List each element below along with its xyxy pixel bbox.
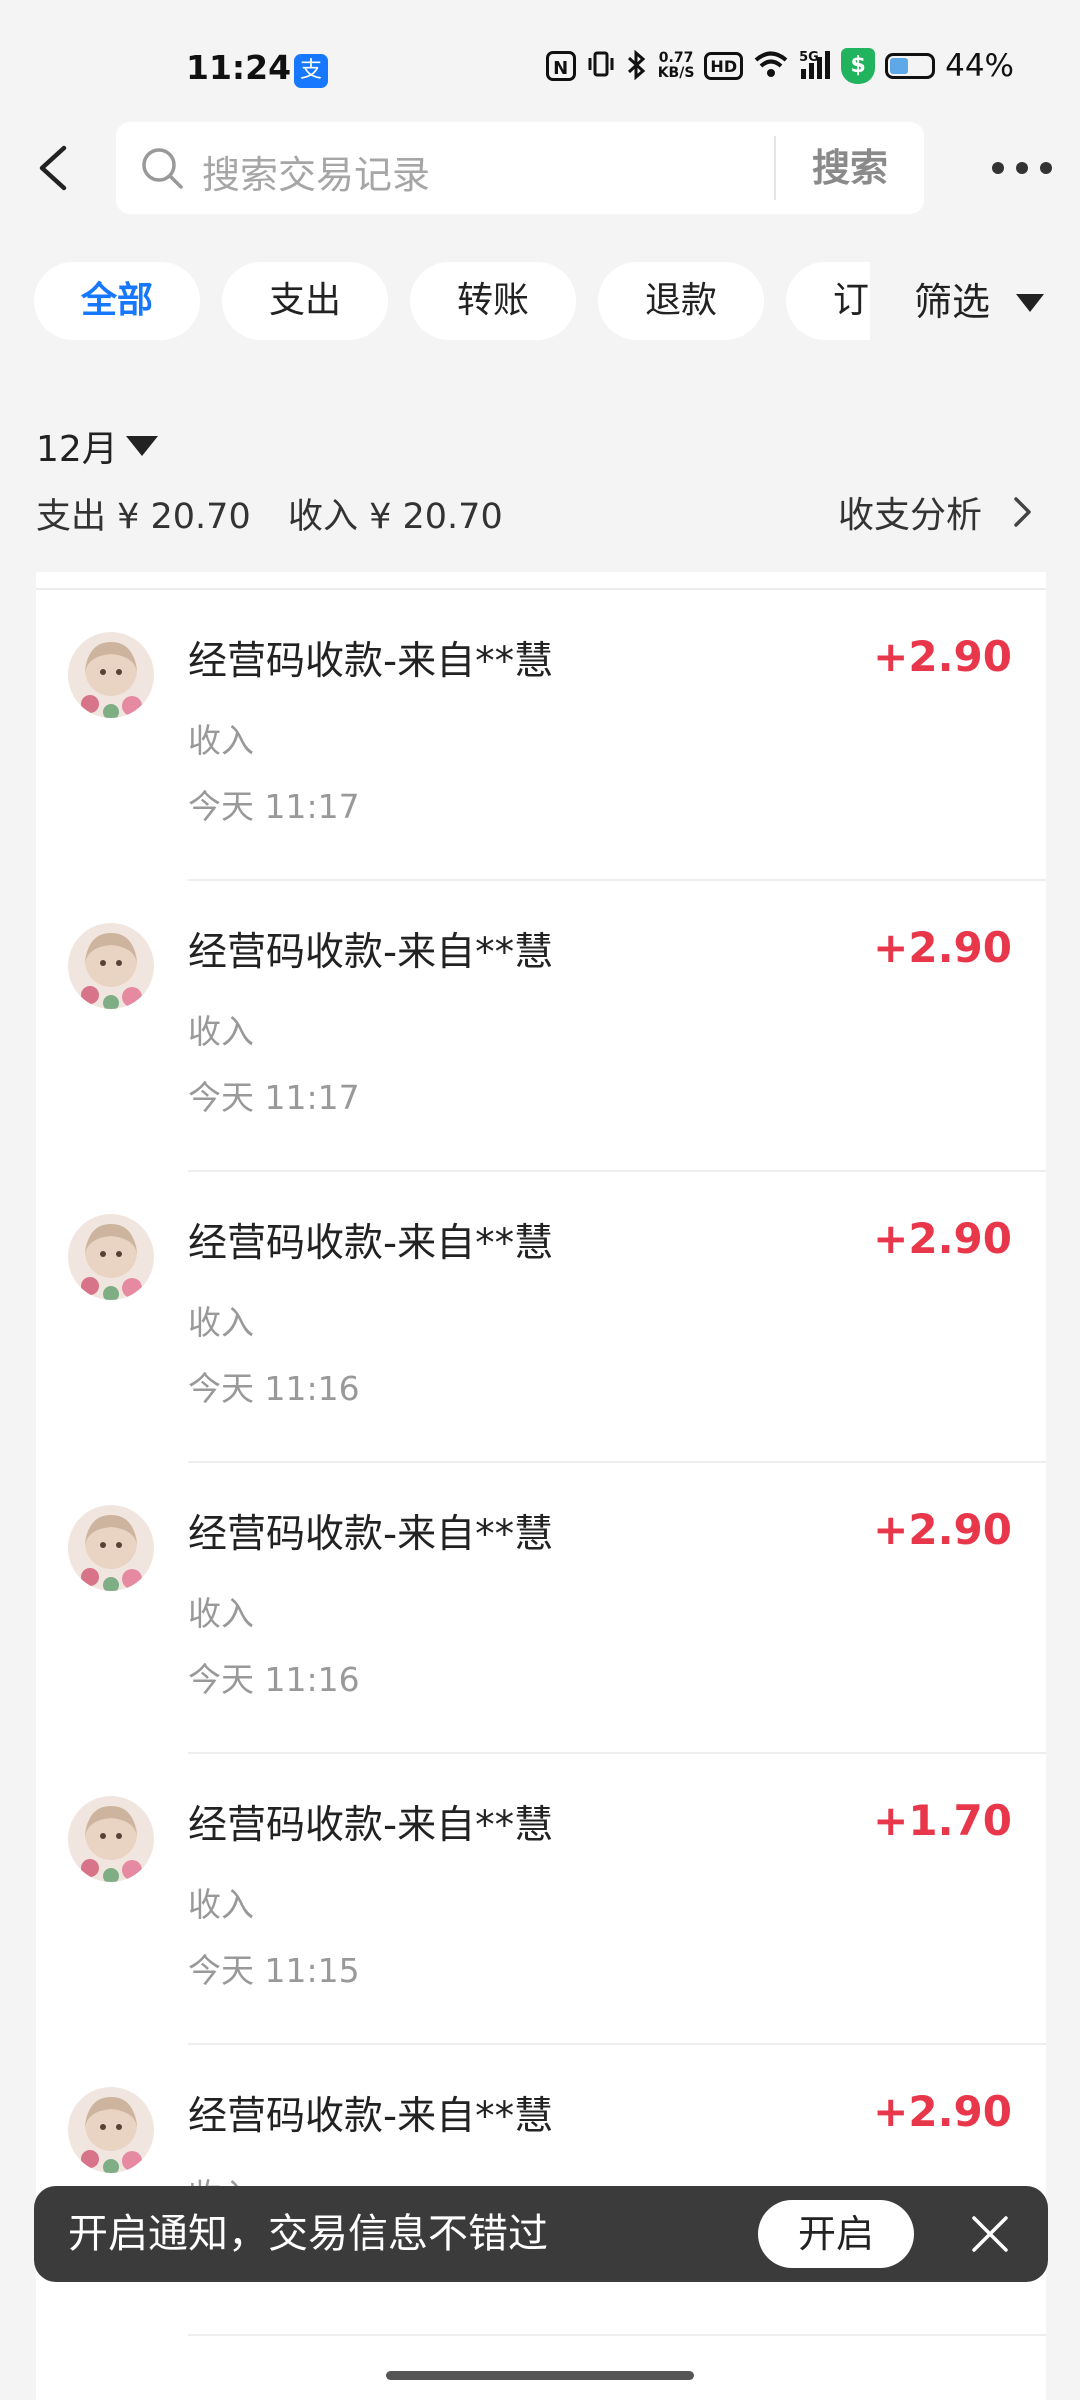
more-options-icon[interactable] [992, 150, 1052, 186]
expense-total: 支出 ¥ 20.70 [36, 497, 251, 537]
transaction-amount: +2.90 [873, 632, 1012, 681]
transaction-time: 今天 11:15 [188, 1951, 360, 1990]
avatar [68, 1505, 154, 1591]
transaction-amount: +2.90 [873, 1505, 1012, 1554]
filter-button[interactable]: 筛选 [914, 262, 990, 342]
avatar [68, 2087, 154, 2173]
back-button[interactable] [28, 140, 84, 196]
nfc-icon: N [545, 51, 576, 81]
battery-icon [885, 53, 936, 79]
income-total: 收入 ¥ 20.70 [288, 497, 503, 537]
analysis-link[interactable]: 收支分析 [838, 486, 982, 538]
vibrate-icon [586, 49, 616, 83]
transaction-amount: +2.90 [873, 2087, 1012, 2136]
transaction-time: 今天 11:17 [188, 1078, 360, 1117]
chevron-right-icon[interactable] [1004, 494, 1040, 530]
network-speed-value: 0.77 [658, 50, 694, 66]
battery-percent: 44% [945, 48, 1014, 84]
status-icons: N 0.77 KB/S HD 5G $ 44% [545, 48, 1014, 84]
status-time: 11:24 [186, 48, 292, 87]
notification-banner-text: 开启通知，交易信息不错过 [68, 2211, 548, 2257]
row-divider [188, 2334, 1046, 2336]
transaction-time: 今天 11:16 [188, 1660, 360, 1699]
transaction-title: 经营码收款-来自**慧 [188, 930, 554, 975]
transaction-title: 经营码收款-来自**慧 [188, 1803, 554, 1848]
notification-banner: 开启通知，交易信息不错过 开启 [34, 2186, 1048, 2282]
transaction-row[interactable]: 经营码收款-来自**慧收入今天 11:17 +2.90 [36, 590, 1046, 881]
transaction-type: 收入 [188, 1885, 254, 1924]
search-input[interactable]: 搜索交易记录 [202, 144, 430, 199]
hd-icon: HD [704, 52, 744, 80]
chevron-left-icon [39, 145, 67, 191]
signal-icon: 5G [799, 49, 831, 83]
transaction-title: 经营码收款-来自**慧 [188, 1512, 554, 1557]
month-selector[interactable]: 12月 [36, 420, 118, 472]
network-speed: 0.77 KB/S [658, 51, 695, 81]
caret-down-icon[interactable] [126, 436, 158, 456]
transaction-time: 今天 11:17 [188, 787, 360, 826]
chip-all[interactable]: 全部 [34, 262, 200, 340]
network-speed-unit: KB/S [657, 65, 695, 81]
search-bar[interactable]: 搜索交易记录 搜索 [116, 122, 924, 214]
transaction-row[interactable]: 经营码收款-来自**慧收入今天 11:16 +2.90 [36, 1172, 1046, 1463]
transaction-row[interactable]: 经营码收款-来自**慧收入今天 11:17 +2.90 [36, 881, 1046, 1172]
transaction-row[interactable]: 经营码收款-来自**慧收入今天 11:16 +2.90 [36, 1463, 1046, 1754]
transaction-title: 经营码收款-来自**慧 [188, 639, 554, 684]
status-bar: 11:24 支 N 0.77 KB/S HD 5G $ 44% [0, 0, 1080, 140]
filter-chips: 全部 支出 转账 退款 订单 筛选 [0, 262, 1080, 342]
transaction-title: 经营码收款-来自**慧 [188, 2094, 554, 2139]
avatar [68, 1214, 154, 1300]
transaction-type: 收入 [188, 1012, 254, 1051]
enable-notifications-button[interactable]: 开启 [758, 2200, 914, 2268]
wifi-icon [753, 49, 789, 83]
transaction-amount: +2.90 [873, 923, 1012, 972]
avatar [68, 632, 154, 718]
transaction-type: 收入 [188, 1594, 254, 1633]
transaction-list: 经营码收款-来自**慧 收入 今天 11:17 +2.90 经营码收款-来自**慧 收入今… [36, 572, 1046, 2400]
transaction-row[interactable]: 经营码收款-来自**慧收入今天 11:15 +1.70 [36, 1754, 1046, 2045]
close-icon[interactable] [964, 2208, 1016, 2260]
avatar [68, 1796, 154, 1882]
transaction-time: 今天 11:16 [188, 1369, 360, 1408]
avatar [68, 923, 154, 1009]
alipay-app-icon: 支 [294, 54, 328, 88]
battery-level-fill [890, 58, 909, 74]
search-button[interactable]: 搜索 [776, 122, 924, 214]
home-indicator[interactable] [386, 2371, 694, 2380]
chip-transfer[interactable]: 转账 [410, 262, 576, 340]
caret-down-icon [1016, 294, 1044, 312]
transaction-type: 收入 [188, 1303, 254, 1342]
network-type: 5G [799, 50, 819, 65]
transaction-type: 收入 [188, 721, 254, 760]
search-icon [142, 148, 183, 189]
transaction-amount: +2.90 [873, 1214, 1012, 1263]
security-shield-icon: $ [841, 48, 876, 84]
transaction-title: 经营码收款-来自**慧 [188, 1221, 554, 1266]
chip-refund[interactable]: 退款 [598, 262, 764, 340]
chip-expense[interactable]: 支出 [222, 262, 388, 340]
bluetooth-icon [626, 49, 648, 83]
transaction-amount: +1.70 [873, 1796, 1012, 1845]
